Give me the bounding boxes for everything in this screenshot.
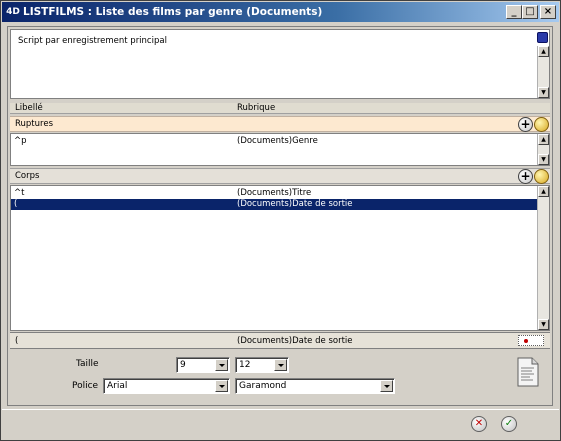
script-label: Script par enregistrement principal (18, 36, 167, 46)
ruptures-list[interactable]: ^p (Documents)Genre ▲ ▼ (10, 133, 550, 166)
current-line-editor[interactable]: ( (Documents)Date de sortie (10, 332, 550, 349)
close-button[interactable]: × (540, 5, 556, 19)
list-item[interactable]: ^t (Documents)Titre (11, 188, 538, 199)
add-corps-button[interactable]: + (518, 169, 533, 184)
chevron-down-icon[interactable] (274, 359, 287, 371)
cancel-button[interactable]: ✕ (471, 416, 487, 432)
edit-corps-icon[interactable] (534, 169, 549, 184)
ruptures-bar: Ruptures + (10, 116, 550, 132)
police-label: Police (72, 381, 99, 391)
column-rubrique: Rubrique (237, 103, 276, 113)
police-value-2: Garamond (239, 381, 287, 391)
rupture-rubrique: (Documents)Genre (237, 136, 318, 146)
script-scrollbar[interactable]: ▲ ▼ (537, 46, 549, 98)
maximize-button[interactable]: □ (522, 5, 538, 19)
edit-rupture-icon[interactable] (534, 117, 549, 132)
corps-rubrique: (Documents)Date de sortie (237, 199, 353, 209)
record-indicator-icon[interactable] (518, 335, 544, 346)
taille-value-2: 12 (239, 360, 251, 370)
grid-header: Libellé Rubrique (10, 103, 550, 114)
window-title: LISTFILMS : Liste des films par genre (D… (23, 6, 323, 18)
scroll-up-icon[interactable]: ▲ (538, 46, 549, 57)
taille-label: Taille (76, 359, 99, 369)
app-logo-icon: 4D (6, 7, 20, 17)
corps-scrollbar[interactable]: ▲ ▼ (537, 186, 549, 330)
chevron-down-icon[interactable] (380, 380, 393, 392)
minimize-button[interactable]: _ (506, 5, 522, 19)
document-icon[interactable] (515, 356, 541, 388)
chevron-down-icon[interactable] (215, 359, 228, 371)
scroll-down-icon[interactable]: ▼ (538, 319, 549, 330)
list-item-selected[interactable]: ( (Documents)Date de sortie (11, 199, 538, 210)
corps-rubrique: (Documents)Titre (237, 188, 312, 198)
corps-libelle: ( (14, 199, 18, 209)
list-item[interactable]: ^p (Documents)Genre (11, 136, 538, 147)
scroll-down-icon[interactable]: ▼ (538, 87, 549, 98)
footer-libelle[interactable]: ( (15, 336, 18, 346)
ruptures-label: Ruptures (15, 119, 53, 129)
bottom-bar: ✕ ✓ (2, 409, 559, 439)
police-select-1[interactable]: Arial (103, 378, 230, 394)
script-area[interactable]: Script par enregistrement principal ▲ ▼ (10, 29, 550, 99)
corps-bar: Corps + (10, 168, 550, 184)
add-rupture-button[interactable]: + (518, 117, 533, 132)
footer-rubrique[interactable]: (Documents)Date de sortie (237, 336, 353, 346)
script-editor-icon[interactable] (537, 32, 548, 43)
scroll-up-icon[interactable]: ▲ (538, 186, 549, 197)
taille-value-1: 9 (180, 360, 186, 370)
title-bar[interactable]: 4D LISTFILMS : Liste des films par genre… (2, 2, 559, 22)
column-libelle: Libellé (15, 103, 43, 113)
main-window: 4D LISTFILMS : Liste des films par genre… (0, 0, 561, 441)
rupture-libelle: ^p (14, 136, 27, 146)
editor-panel: Script par enregistrement principal ▲ ▼ … (7, 26, 553, 406)
taille-select-1[interactable]: 9 (176, 357, 230, 373)
scroll-down-icon[interactable]: ▼ (538, 154, 549, 165)
validate-button[interactable]: ✓ (501, 416, 517, 432)
chevron-down-icon[interactable] (215, 380, 228, 392)
police-select-2[interactable]: Garamond (235, 378, 395, 394)
corps-libelle: ^t (14, 188, 25, 198)
corps-list[interactable]: ^t (Documents)Titre ( (Documents)Date de… (10, 185, 550, 331)
ruptures-scrollbar[interactable]: ▲ ▼ (537, 134, 549, 165)
scroll-up-icon[interactable]: ▲ (538, 134, 549, 145)
police-value-1: Arial (107, 381, 128, 391)
taille-select-2[interactable]: 12 (235, 357, 289, 373)
corps-label: Corps (15, 171, 40, 181)
